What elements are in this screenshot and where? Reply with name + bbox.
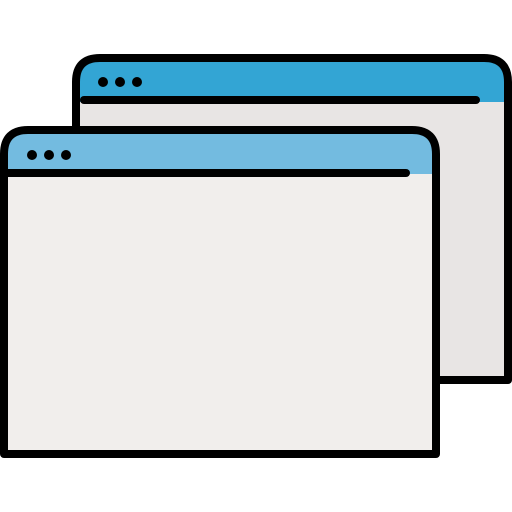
front-window-dot-1 <box>27 150 37 160</box>
back-window-dot-3 <box>132 77 142 87</box>
back-window-dot-2 <box>115 77 125 87</box>
front-window-dot-2 <box>44 150 54 160</box>
front-window-control-dots <box>27 150 71 160</box>
front-window-body <box>4 174 436 454</box>
back-window-dot-1 <box>98 77 108 87</box>
back-window-control-dots <box>98 77 142 87</box>
front-window-dot-3 <box>61 150 71 160</box>
front-browser-window <box>0 126 440 458</box>
icon-canvas <box>0 0 512 512</box>
multiple-browser-windows-icon <box>0 54 512 458</box>
